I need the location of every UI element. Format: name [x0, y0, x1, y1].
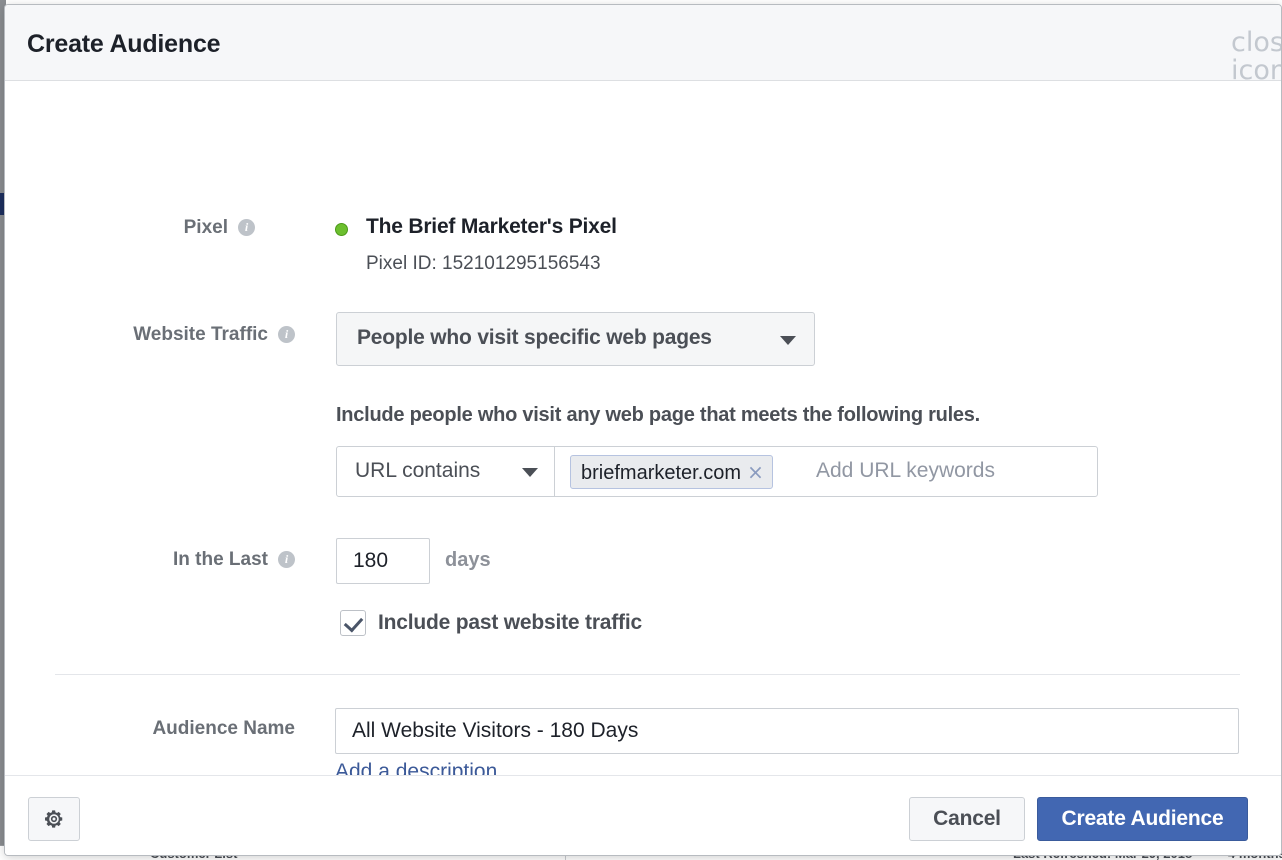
include-past-traffic-label: Include past website traffic — [378, 611, 642, 634]
create-audience-button[interactable]: Create Audience — [1037, 797, 1248, 841]
retention-label-text: In the Last — [172, 549, 268, 570]
remove-token-icon[interactable]: × — [747, 460, 764, 484]
pixel-name: The Brief Marketer's Pixel — [366, 215, 617, 238]
rules-heading: Include people who visit any web page th… — [336, 404, 980, 426]
create-audience-dialog: Create Audience close-icon Pixeli The Br… — [4, 4, 1282, 856]
retention-days-unit: days — [445, 549, 491, 571]
cancel-button[interactable]: Cancel — [909, 797, 1025, 841]
info-icon-website-traffic[interactable]: i — [278, 326, 295, 343]
website-traffic-label-text: Website Traffic — [133, 324, 268, 345]
pixel-status-indicator — [335, 223, 348, 236]
pixel-label: Pixel i — [105, 217, 255, 239]
dialog-header: Create Audience close-icon — [5, 5, 1281, 85]
dialog-footer: Cancel Create Audience — [5, 775, 1281, 855]
checkbox-checked-icon — [340, 610, 366, 636]
close-icon[interactable]: close-icon — [1231, 29, 1281, 85]
pixel-id: Pixel ID: 152101295156543 — [366, 253, 601, 274]
info-icon-retention[interactable]: i — [278, 551, 295, 568]
url-operator-value: URL contains — [355, 459, 481, 482]
website-traffic-selected-value: People who visit specific web pages — [357, 326, 712, 349]
retention-days-input[interactable] — [336, 538, 430, 584]
url-keyword-token-label: briefmarketer.com — [581, 462, 742, 484]
chevron-down-icon — [522, 468, 538, 477]
url-keyword-token[interactable]: briefmarketer.com × — [570, 455, 773, 489]
dialog-body: Pixel i The Brief Marketer's Pixel Pixel … — [5, 81, 1281, 783]
section-divider — [55, 674, 1240, 675]
url-operator-select[interactable]: URL contains — [337, 447, 555, 496]
url-keywords-input[interactable]: Add URL keywords — [816, 459, 995, 483]
pixel-label-text: Pixel — [183, 217, 228, 238]
audience-name-input[interactable] — [335, 708, 1239, 754]
url-rule-row: URL contains briefmarketer.com × Add URL … — [336, 446, 1098, 497]
gear-icon — [45, 810, 63, 828]
page-title: Create Audience — [27, 30, 221, 58]
chevron-down-icon — [780, 336, 796, 345]
retention-label: In the Last i — [45, 549, 295, 571]
settings-button[interactable] — [28, 797, 80, 841]
website-traffic-label: Website Traffic i — [45, 324, 295, 346]
website-traffic-select[interactable]: People who visit specific web pages — [336, 312, 815, 366]
info-icon-pixel[interactable]: i — [238, 219, 255, 236]
audience-name-label: Audience Name — [152, 718, 295, 739]
